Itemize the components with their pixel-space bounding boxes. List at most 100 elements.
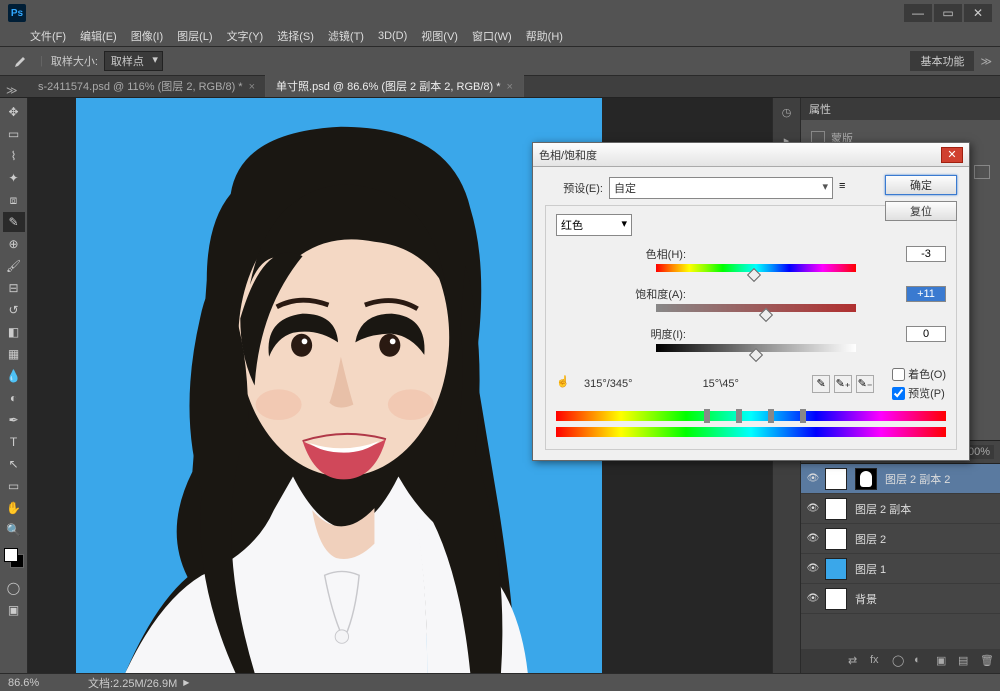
- layer-name[interactable]: 图层 1: [855, 561, 886, 577]
- workspace-menu-icon[interactable]: ≫: [980, 55, 992, 68]
- layer-thumbnail[interactable]: [825, 588, 847, 610]
- layer-thumbnail[interactable]: [825, 558, 847, 580]
- preview-checkbox[interactable]: 预览(P): [892, 385, 946, 401]
- hue-slider[interactable]: [656, 264, 856, 276]
- gradient-tool[interactable]: ▦: [3, 344, 25, 364]
- workspace-mode-button[interactable]: 基本功能: [910, 51, 974, 71]
- crop-tool[interactable]: ⧈: [3, 190, 25, 210]
- minimize-button[interactable]: —: [904, 4, 932, 22]
- menu-type[interactable]: 文字(Y): [227, 28, 264, 44]
- eyedropper-add-icon[interactable]: ✎₊: [834, 375, 852, 393]
- lightness-input[interactable]: [906, 326, 946, 342]
- hue-saturation-dialog[interactable]: 色相/饱和度 ✕ 确定 复位 预设(E): 自定 ≡ 红色 色相(H): 饱和度…: [532, 142, 970, 461]
- saturation-input[interactable]: [906, 286, 946, 302]
- heal-tool[interactable]: ⊕: [3, 234, 25, 254]
- layer-name[interactable]: 图层 2 副本 2: [885, 471, 950, 487]
- visibility-icon[interactable]: 👁: [805, 473, 821, 484]
- close-icon[interactable]: ×: [249, 81, 255, 93]
- type-tool[interactable]: T: [3, 432, 25, 452]
- zoom-level[interactable]: 86.6%: [8, 677, 68, 689]
- new-layer-icon[interactable]: ▤: [958, 654, 972, 668]
- dodge-tool[interactable]: ◐: [3, 388, 25, 408]
- eraser-tool[interactable]: ◧: [3, 322, 25, 342]
- move-tool[interactable]: ✥: [3, 102, 25, 122]
- info-menu-icon[interactable]: ▶: [183, 678, 189, 687]
- color-swatch[interactable]: [4, 548, 24, 568]
- menu-help[interactable]: 帮助(H): [526, 28, 563, 44]
- layer-mask-thumbnail[interactable]: [855, 468, 877, 490]
- preset-select[interactable]: 自定: [609, 177, 833, 199]
- preset-menu-icon[interactable]: ≡: [839, 180, 855, 196]
- wand-tool[interactable]: ✦: [3, 168, 25, 188]
- menu-file[interactable]: 文件(F): [30, 28, 66, 44]
- eyedropper-icon[interactable]: ✎: [812, 375, 830, 393]
- range-spectrum-top[interactable]: [556, 411, 946, 423]
- layer-row[interactable]: 👁 图层 2: [801, 524, 1000, 554]
- screenmode-tool[interactable]: ▣: [3, 600, 25, 620]
- adjustment-layer-icon[interactable]: ◐: [914, 654, 928, 668]
- colorize-checkbox[interactable]: 着色(O): [892, 366, 946, 382]
- layer-group-icon[interactable]: ▣: [936, 654, 950, 668]
- close-button[interactable]: ✕: [964, 4, 992, 22]
- menu-layer[interactable]: 图层(L): [177, 28, 212, 44]
- menu-image[interactable]: 图像(I): [131, 28, 163, 44]
- layer-row[interactable]: 👁 背景: [801, 584, 1000, 614]
- blur-tool[interactable]: 💧: [3, 366, 25, 386]
- layer-row[interactable]: 👁 图层 2 副本 2: [801, 464, 1000, 494]
- document-info[interactable]: 文档:2.25M/26.9M: [88, 675, 177, 691]
- menu-window[interactable]: 窗口(W): [472, 28, 512, 44]
- vector-mask-icon[interactable]: [974, 165, 990, 179]
- path-tool[interactable]: ↖: [3, 454, 25, 474]
- layer-thumbnail[interactable]: [825, 528, 847, 550]
- layer-thumbnail[interactable]: [825, 498, 847, 520]
- marquee-tool[interactable]: ▭: [3, 124, 25, 144]
- history-panel-icon[interactable]: ◷: [777, 102, 797, 122]
- brush-tool[interactable]: 🖌: [3, 256, 25, 276]
- maximize-button[interactable]: ▭: [934, 4, 962, 22]
- link-layers-icon[interactable]: ⇄: [848, 654, 862, 668]
- sample-size-select[interactable]: 取样点: [104, 51, 163, 71]
- document-tab-1[interactable]: s-2411574.psd @ 116% (图层 2, RGB/8) *×: [28, 75, 266, 97]
- zoom-tool[interactable]: 🔍: [3, 520, 25, 540]
- layer-mask-icon[interactable]: ◯: [892, 654, 906, 668]
- edit-channel-select[interactable]: 红色: [556, 214, 632, 236]
- eyedropper-tool[interactable]: ✎: [3, 212, 25, 232]
- ok-button[interactable]: 确定: [885, 175, 957, 195]
- visibility-icon[interactable]: 👁: [805, 563, 821, 574]
- quickmask-tool[interactable]: ◯: [3, 578, 25, 598]
- shape-tool[interactable]: ▭: [3, 476, 25, 496]
- delete-layer-icon[interactable]: 🗑: [980, 654, 994, 668]
- document-tab-2[interactable]: 单寸照.psd @ 86.6% (图层 2 副本 2, RGB/8) *×: [266, 75, 524, 97]
- layer-name[interactable]: 图层 2 副本: [855, 501, 911, 517]
- history-brush-tool[interactable]: ↺: [3, 300, 25, 320]
- lasso-tool[interactable]: ⌇: [3, 146, 25, 166]
- layer-fx-icon[interactable]: fx: [870, 654, 884, 668]
- menu-3d[interactable]: 3D(D): [378, 30, 407, 42]
- menu-filter[interactable]: 滤镜(T): [328, 28, 364, 44]
- stamp-tool[interactable]: ⊟: [3, 278, 25, 298]
- pen-tool[interactable]: ✒: [3, 410, 25, 430]
- visibility-icon[interactable]: 👁: [805, 503, 821, 514]
- layer-thumbnail[interactable]: [825, 468, 847, 490]
- dialog-close-button[interactable]: ✕: [941, 147, 963, 163]
- saturation-slider[interactable]: [656, 304, 856, 316]
- hue-input[interactable]: [906, 246, 946, 262]
- visibility-icon[interactable]: 👁: [805, 533, 821, 544]
- visibility-icon[interactable]: 👁: [805, 593, 821, 604]
- menu-view[interactable]: 视图(V): [421, 28, 458, 44]
- layer-row[interactable]: 👁 图层 1: [801, 554, 1000, 584]
- layer-name[interactable]: 图层 2: [855, 531, 886, 547]
- hand-tool[interactable]: ✋: [3, 498, 25, 518]
- eyedropper-sub-icon[interactable]: ✎₋: [856, 375, 874, 393]
- cancel-button[interactable]: 复位: [885, 201, 957, 221]
- layer-name[interactable]: 背景: [855, 591, 877, 607]
- dialog-titlebar[interactable]: 色相/饱和度 ✕: [533, 143, 969, 167]
- properties-panel-header[interactable]: 属性: [801, 98, 1000, 120]
- menu-select[interactable]: 选择(S): [277, 28, 314, 44]
- menu-edit[interactable]: 编辑(E): [80, 28, 117, 44]
- lightness-slider[interactable]: [656, 344, 856, 356]
- layer-row[interactable]: 👁 图层 2 副本: [801, 494, 1000, 524]
- tabs-scroll-icon[interactable]: ≫: [6, 84, 18, 97]
- scrubby-icon[interactable]: ☝: [556, 375, 574, 393]
- close-icon[interactable]: ×: [507, 81, 513, 93]
